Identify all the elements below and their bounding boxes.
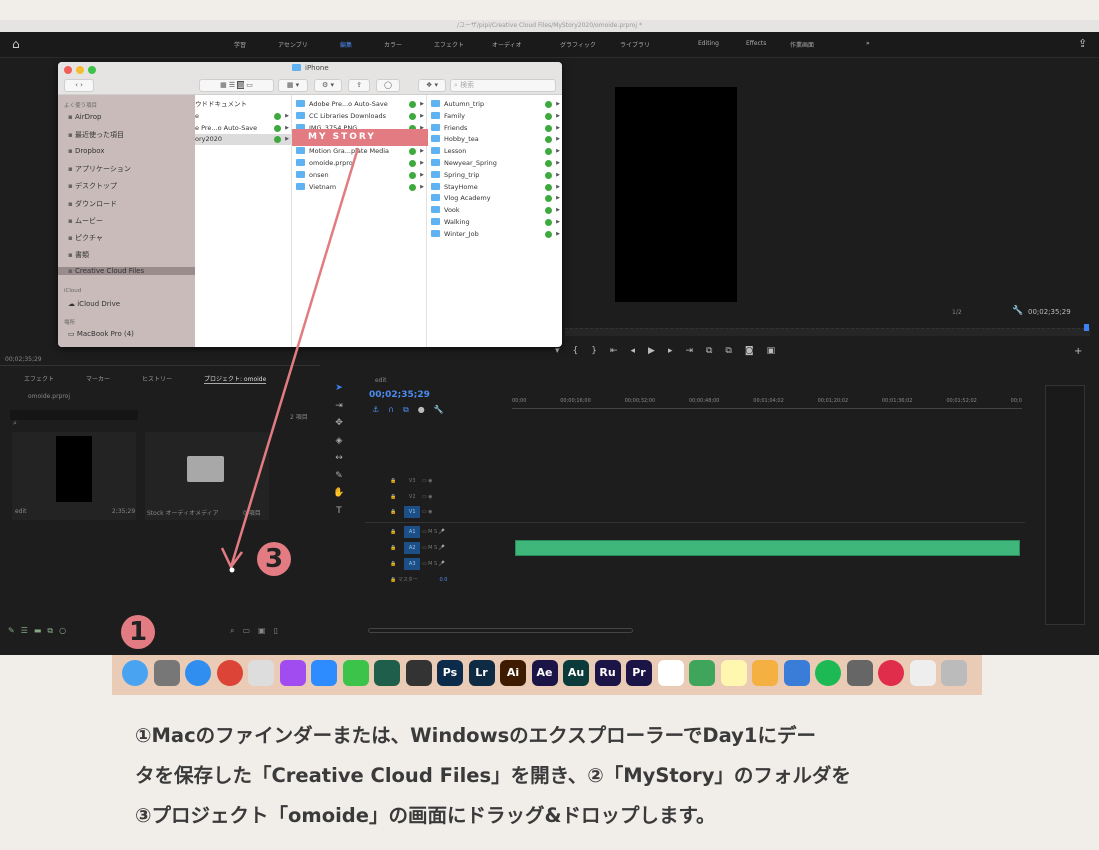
dock-spotify-icon[interactable] [815, 660, 841, 686]
dock-preview-icon[interactable] [909, 660, 936, 686]
dock-lightroom-icon[interactable]: Lr [468, 660, 495, 686]
dock-finder-icon[interactable] [122, 660, 148, 686]
arrow-line [229, 147, 360, 568]
dock-launchpad-icon[interactable] [153, 660, 180, 686]
dock-slack-icon[interactable] [657, 660, 684, 686]
dock-chrome-icon[interactable] [216, 660, 243, 686]
cursor-icon [229, 567, 235, 573]
dock-maps-icon[interactable] [689, 660, 715, 686]
arrow-head [220, 547, 244, 570]
dock-photos-icon[interactable] [752, 660, 778, 686]
dock-notes-icon[interactable] [720, 660, 747, 686]
dock-creative-cloud-icon[interactable] [878, 660, 904, 686]
dock-photoshop-icon[interactable]: Ps [437, 660, 463, 686]
dock-illustrator-icon[interactable]: Ai [500, 660, 526, 686]
dock-rush-icon[interactable]: Ru [594, 660, 621, 686]
dock-audition-icon[interactable]: Au [563, 660, 589, 686]
dock-trash-icon[interactable] [941, 660, 967, 686]
dock-premiere-icon[interactable]: Pr [626, 660, 652, 686]
caption-line-3: ③プロジェクト「omoide」の画面にドラッグ&ドロップします。 [135, 804, 716, 827]
dock-screenshot-icon[interactable] [248, 660, 274, 686]
dock-keynote-icon[interactable] [783, 660, 810, 686]
step-3-badge: 3 [257, 542, 291, 576]
dock: Ps Lr Ai Ae Au Ru Pr [112, 655, 982, 695]
dock-after-effects-icon[interactable]: Ae [531, 660, 558, 686]
dock-preferences-icon[interactable] [846, 660, 873, 686]
dock-messenger-icon[interactable] [279, 660, 306, 686]
step-1-badge: 1 [121, 615, 155, 649]
caption-line-1: ①Macのファインダーまたは、WindowsのエクスプローラーでDay1にデー [135, 724, 816, 747]
dock-line-icon[interactable] [342, 660, 369, 686]
caption-line-2: タを保存した「Creative Cloud Files」を開き、②「MyStor… [135, 764, 851, 787]
caption: ①Macのファインダーまたは、WindowsのエクスプローラーでDay1にデー … [135, 716, 1035, 836]
dock-zoom-icon[interactable] [311, 660, 337, 686]
dock-safari-icon[interactable] [185, 660, 211, 686]
dock-davinci-icon[interactable] [405, 660, 432, 686]
dock-filmora-icon[interactable] [374, 660, 400, 686]
